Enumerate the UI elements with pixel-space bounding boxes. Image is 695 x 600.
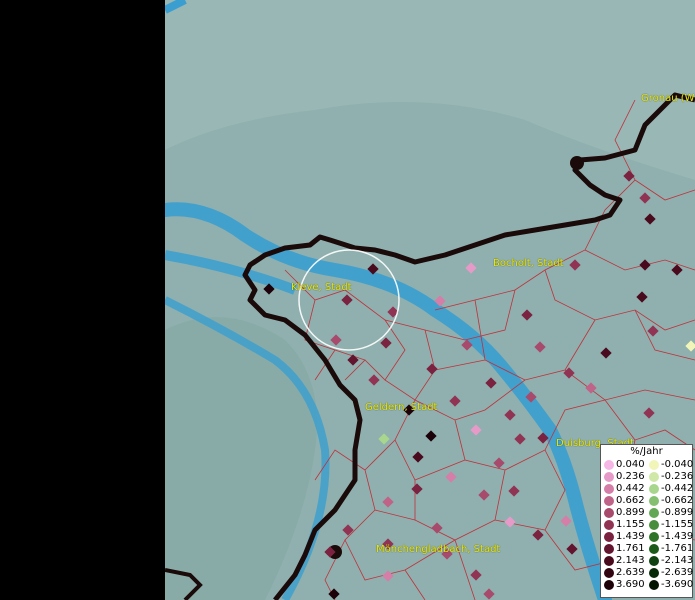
legend-swatch [604,460,614,470]
legend-row: 0.662 -0.662 [601,495,694,507]
legend-value: -2.143 [661,555,694,566]
legend-value: -0.442 [661,483,694,494]
legend-row: 0.040 -0.040 [601,459,694,471]
legend-swatch [649,520,659,530]
legend-value: -1.155 [661,519,694,530]
legend-swatch [649,556,659,566]
legend-value: 0.662 [616,495,645,506]
legend-value: -0.899 [661,507,694,518]
legend-swatch [649,544,659,554]
legend-swatch [604,556,614,566]
legend-swatch [604,520,614,530]
legend-swatch [604,484,614,494]
label-kleve: Kleve, Stadt [291,282,352,293]
legend-swatch [649,484,659,494]
legend-swatch [649,496,659,506]
legend-swatch [604,544,614,554]
label-geldern: Geldern, Stadt [365,402,438,413]
legend-value: 1.439 [616,531,645,542]
legend-swatch [649,472,659,482]
legend-value: 3.690 [616,579,645,590]
legend-row: 2.143 -2.143 [601,555,694,567]
legend-value: -0.236 [661,471,694,482]
legend-value: 0.236 [616,471,645,482]
legend-value: -2.639 [661,567,694,578]
legend-row: 2.639 -2.639 [601,567,694,579]
legend-row: 3.690 -3.690 [601,579,694,591]
legend-value: -1.761 [661,543,694,554]
legend-swatch [604,496,614,506]
legend-swatch [649,568,659,578]
legend-value: -0.662 [661,495,694,506]
legend-value: -3.690 [661,579,694,590]
label-bocholt: Bocholt, Stadt [493,258,564,269]
legend-value: 2.639 [616,567,645,578]
legend-value: -0.040 [661,459,694,470]
legend-swatch [649,532,659,542]
legend: %/Jahr 0.040 -0.040 0.236 -0.236 0.442 -0.442… [600,444,693,598]
legend-swatch [649,508,659,518]
legend-row: 1.761 -1.761 [601,543,694,555]
legend-value: 0.040 [616,459,645,470]
legend-row: 1.155 -1.155 [601,519,694,531]
legend-swatch [604,568,614,578]
label-gronau: Gronau (W [641,93,695,104]
legend-rows: 0.040 -0.040 0.236 -0.236 0.442 -0.442 0.662 -0… [601,459,694,591]
legend-row: 0.899 -0.899 [601,507,694,519]
border-node [570,156,584,170]
legend-value: 1.761 [616,543,645,554]
legend-swatch [649,580,659,590]
legend-title: %/Jahr [630,446,663,457]
legend-swatch [604,508,614,518]
legend-swatch [604,532,614,542]
legend-swatch [604,472,614,482]
label-moenchengladbach: Mönchengladbach, Stadt [376,544,501,555]
legend-row: 0.236 -0.236 [601,471,694,483]
legend-value: 2.143 [616,555,645,566]
legend-value: -1.439 [661,531,694,542]
legend-swatch [604,580,614,590]
legend-value: 0.442 [616,483,645,494]
legend-swatch [649,460,659,470]
legend-row: 0.442 -0.442 [601,483,694,495]
legend-value: 0.899 [616,507,645,518]
black-margin [0,0,165,600]
legend-value: 1.155 [616,519,645,530]
legend-row: 1.439 -1.439 [601,531,694,543]
